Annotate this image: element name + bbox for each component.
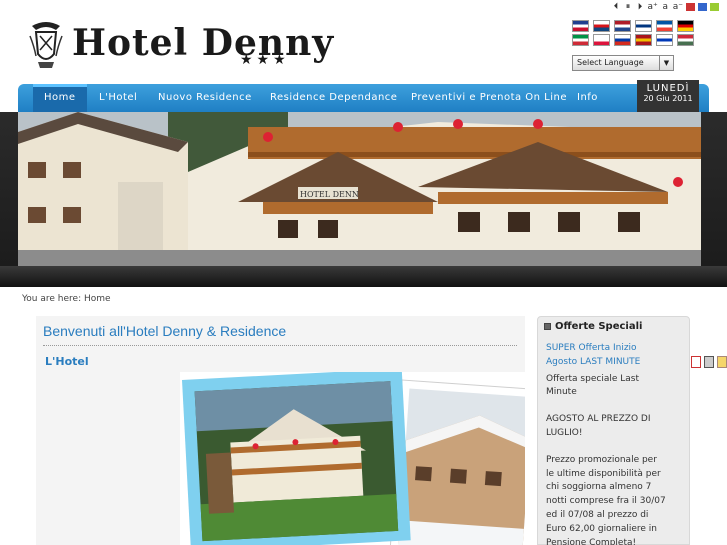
- accessibility-toolbar: ⏴ ⏸ ⏵ a⁺ a a⁻: [611, 2, 719, 12]
- article-tools: [691, 356, 727, 368]
- offer-text-c-3: chi soggiorna almeno 7: [546, 482, 652, 493]
- offer-text-c-4: notti comprese fra il 30/07: [546, 496, 666, 507]
- breadcrumb-current: Home: [83, 294, 111, 304]
- font-decrease-button[interactable]: a⁻: [673, 2, 683, 12]
- nav-item-preventivi[interactable]: Preventivi e Prenota On Line: [411, 84, 567, 112]
- date-display: LUNEDÌ 20 Giu 2011: [637, 80, 699, 112]
- finland-flag-icon[interactable]: [635, 20, 652, 32]
- page-title: Benvenuti all'Hotel Denny & Residence: [43, 323, 287, 339]
- offer-text-a-1: Offerta speciale Last: [546, 373, 639, 384]
- banner-frame: HOTEL DENN: [0, 112, 727, 287]
- france-flag-icon[interactable]: [656, 20, 673, 32]
- prev-icon[interactable]: ⏴: [611, 2, 620, 12]
- font-reset-button[interactable]: a: [661, 2, 670, 12]
- nav-item-home[interactable]: Home: [33, 84, 87, 112]
- contrast-green-icon[interactable]: [710, 3, 719, 11]
- hotel-photo-collage: [180, 372, 525, 545]
- offer-text-b-2: LUGLIO!: [546, 427, 583, 438]
- offer-text-b-1: AGOSTO AL PREZZO DI: [546, 414, 651, 425]
- breadcrumb-prefix: You are here:: [22, 294, 82, 304]
- crest-logo-icon: [29, 22, 63, 68]
- hungary-flag-icon[interactable]: [677, 34, 694, 46]
- hotel-stars: ★★★: [240, 52, 290, 68]
- banner-shadow: [0, 266, 727, 287]
- offer-text-c-6: Euro 62,00 giornaliere in: [546, 523, 658, 534]
- offer-text-c-2: le ultime disponibilità per: [546, 468, 661, 479]
- poland-flag-icon[interactable]: [593, 34, 610, 46]
- nav-item-nuovo-residence[interactable]: Nuovo Residence: [158, 84, 252, 112]
- offer-text-c-5: ed il 07/08 al prezzo di: [546, 509, 649, 520]
- language-select[interactable]: Select Language ▼: [572, 55, 674, 71]
- offer-text-c-1: Prezzo promozionale per: [546, 454, 657, 465]
- play-icon[interactable]: ⏵: [635, 2, 644, 12]
- netherlands-flag-icon[interactable]: [614, 20, 631, 32]
- offer-text-a-2: Minute: [546, 387, 577, 398]
- language-flags: [572, 20, 696, 46]
- nav-item-lhotel[interactable]: L'Hotel: [99, 84, 137, 112]
- print-icon[interactable]: [704, 356, 714, 368]
- title-divider: [43, 345, 517, 346]
- offer-link-line-1[interactable]: SUPER Offerta Inizio: [546, 342, 686, 356]
- contrast-red-icon[interactable]: [686, 3, 695, 11]
- email-icon[interactable]: [717, 356, 727, 368]
- chevron-down-icon[interactable]: ▼: [659, 56, 673, 70]
- czech-flag-icon[interactable]: [593, 20, 610, 32]
- germany-flag-icon[interactable]: [677, 20, 694, 32]
- sidebar-body: SUPER Offerta Inizio Agosto LAST MINUTE …: [546, 342, 686, 545]
- section-heading: L'Hotel: [45, 355, 89, 368]
- russia-flag-icon[interactable]: [614, 34, 631, 46]
- main-nav: Home L'Hotel Nuovo Residence Residence D…: [18, 84, 709, 112]
- nav-item-residence-dependance[interactable]: Residence Dependance: [270, 84, 397, 112]
- spain-flag-icon[interactable]: [635, 34, 652, 46]
- sidebar-title-text: Offerte Speciali: [555, 321, 643, 332]
- contrast-blue-icon[interactable]: [698, 3, 707, 11]
- offer-text-c-7: Pensione Completa!: [546, 537, 637, 545]
- uk-flag-icon[interactable]: [572, 20, 589, 32]
- language-select-value: Select Language: [577, 58, 644, 67]
- nav-item-info[interactable]: Info: [577, 84, 598, 112]
- hotel-banner-image: HOTEL DENN: [18, 112, 701, 266]
- font-increase-button[interactable]: a⁺: [647, 2, 657, 12]
- hotel-name[interactable]: Hotel Denny: [72, 22, 334, 64]
- breadcrumb: You are here: Home: [22, 294, 111, 304]
- israel-flag-icon[interactable]: [656, 34, 673, 46]
- pdf-icon[interactable]: [691, 356, 701, 368]
- bullet-icon: [544, 323, 551, 330]
- date-day: LUNEDÌ: [646, 83, 690, 94]
- offer-link-line-2[interactable]: Agosto LAST MINUTE: [546, 356, 686, 370]
- date-full: 20 Giu 2011: [643, 94, 693, 103]
- pause-icon[interactable]: ⏸: [623, 2, 632, 12]
- svg-text:HOTEL DENN: HOTEL DENN: [300, 190, 359, 199]
- site-header: Hotel Denny ★★★ ⏴ ⏸ ⏵ a⁺ a a⁻ Select Lan…: [0, 0, 727, 85]
- sidebar-title: Offerte Speciali: [544, 321, 642, 332]
- italy-flag-icon[interactable]: [572, 34, 589, 46]
